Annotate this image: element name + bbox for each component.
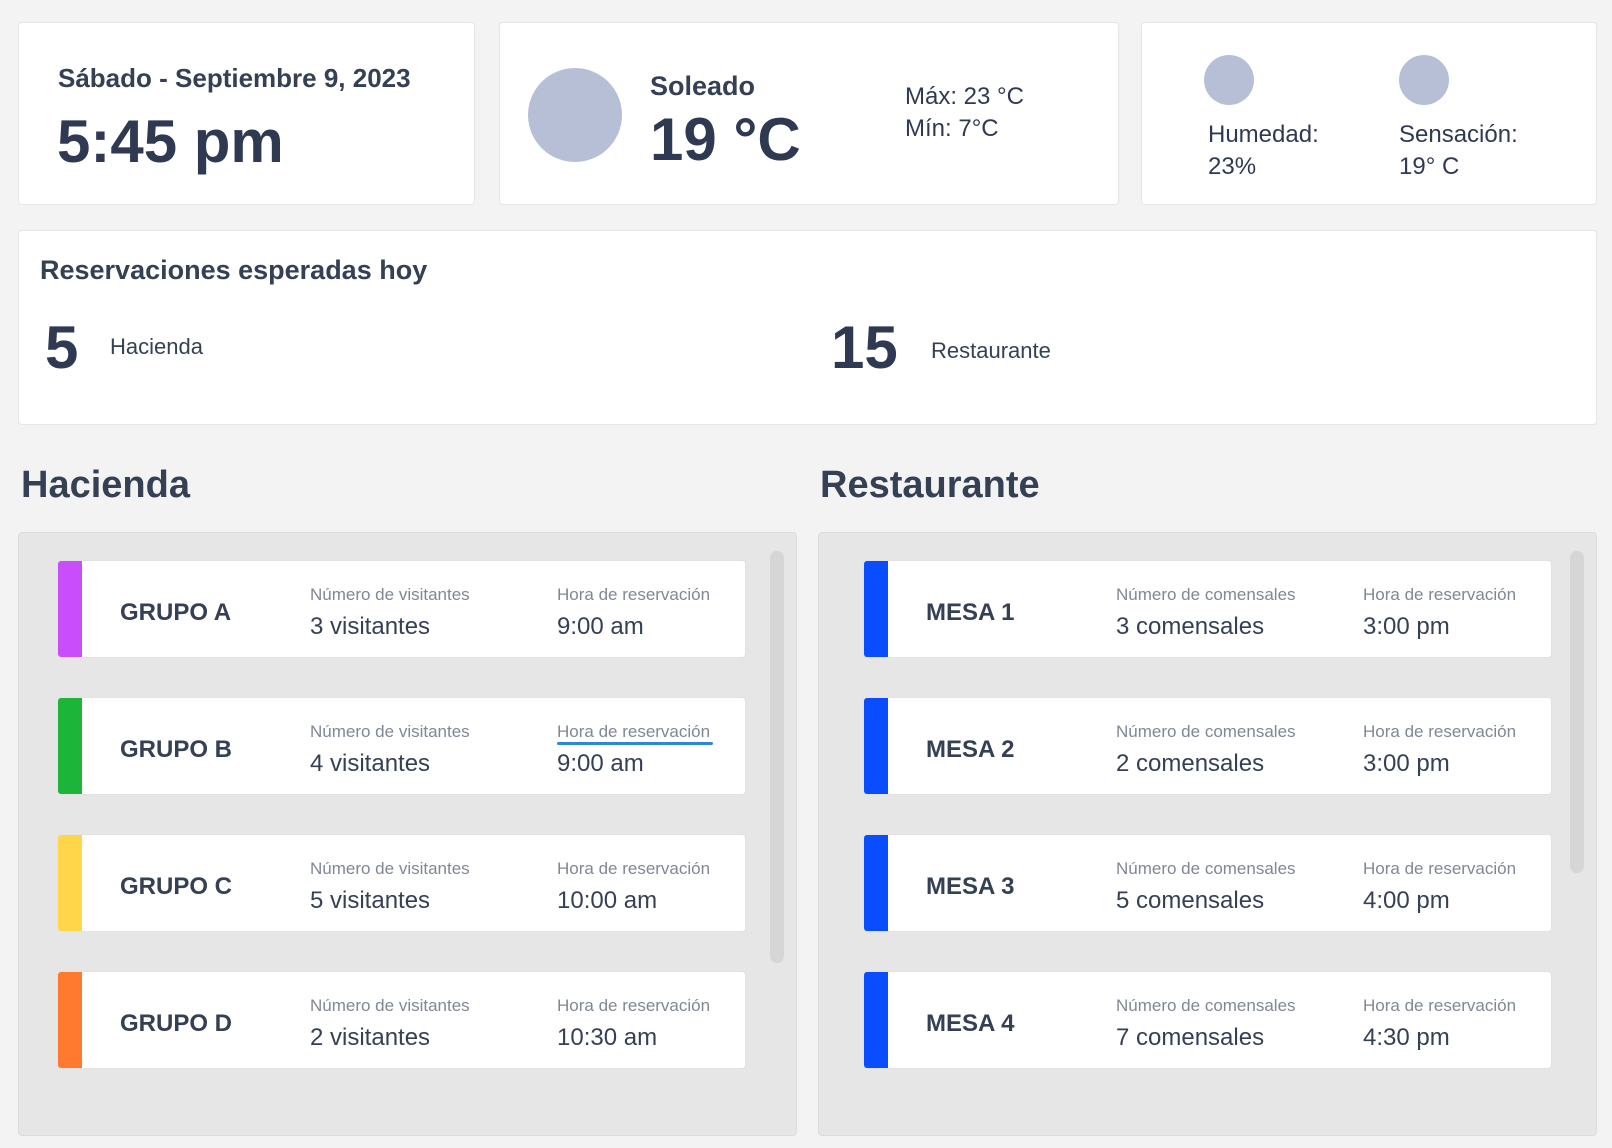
group-color-stripe bbox=[58, 835, 82, 931]
list-item[interactable]: MESA 3 Número de comensales 5 comensales… bbox=[863, 834, 1552, 932]
table-name: MESA 1 bbox=[926, 599, 1015, 626]
current-temperature: 19 °C bbox=[650, 106, 801, 173]
reservation-time-label: Hora de reservación bbox=[557, 585, 711, 604]
list-item[interactable]: GRUPO D Número de visitantes 2 visitante… bbox=[57, 971, 746, 1069]
reservation-time: 4:00 pm bbox=[1363, 887, 1450, 914]
hacienda-count-label: Hacienda bbox=[110, 334, 203, 359]
reservation-time-label: Hora de reservación bbox=[1363, 859, 1517, 878]
min-temperature: Mín: 7°C bbox=[905, 115, 999, 142]
table-name: MESA 4 bbox=[926, 1010, 1015, 1037]
table-color-stripe bbox=[864, 561, 888, 657]
max-temperature: Máx: 23 °C bbox=[905, 83, 1024, 110]
visitors-count: 4 visitantes bbox=[310, 750, 431, 777]
hacienda-scrollbar[interactable] bbox=[770, 551, 784, 963]
reservation-time-label: Hora de reservación bbox=[1363, 996, 1517, 1015]
hacienda-count: 5 bbox=[45, 314, 79, 381]
group-name: GRUPO A bbox=[120, 599, 232, 626]
date-time-card: Sábado - Septiembre 9, 2023 5:45 pm bbox=[18, 22, 475, 205]
diners-count: 3 comensales bbox=[1116, 613, 1265, 640]
diners-count: 2 comensales bbox=[1116, 750, 1265, 777]
list-item[interactable]: MESA 1 Número de comensales 3 comensales… bbox=[863, 560, 1552, 658]
humidity-label: Humedad: bbox=[1208, 121, 1319, 148]
table-color-stripe bbox=[864, 972, 888, 1068]
list-item[interactable]: MESA 4 Número de comensales 7 comensales… bbox=[863, 971, 1552, 1069]
diners-label: Número de comensales bbox=[1116, 722, 1296, 741]
conditions-card: Humedad: 23% Sensación: 19° C bbox=[1141, 22, 1597, 205]
visitors-label: Número de visitantes bbox=[310, 996, 470, 1015]
feels-like-label: Sensación: bbox=[1399, 121, 1518, 148]
current-date: Sábado - Septiembre 9, 2023 bbox=[58, 63, 411, 93]
reservation-time-label: Hora de reservación bbox=[1363, 722, 1517, 741]
diners-label: Número de comensales bbox=[1116, 585, 1296, 604]
reservation-time-label: Hora de reservación bbox=[557, 859, 711, 878]
visitors-count: 5 visitantes bbox=[310, 887, 431, 914]
sun-icon bbox=[528, 68, 622, 162]
reservation-time: 10:00 am bbox=[557, 887, 658, 914]
reservation-time-label: Hora de reservación bbox=[557, 996, 711, 1015]
restaurant-count: 15 bbox=[831, 314, 898, 381]
list-item[interactable]: GRUPO C Número de visitantes 5 visitante… bbox=[57, 834, 746, 932]
reservation-time-label: Hora de reservación bbox=[1363, 585, 1517, 604]
reservations-summary-card: Reservaciones esperadas hoy 5 Hacienda 1… bbox=[18, 230, 1597, 425]
feels-like-icon bbox=[1399, 55, 1449, 105]
diners-count: 5 comensales bbox=[1116, 887, 1265, 914]
group-name: GRUPO B bbox=[120, 736, 233, 763]
hacienda-list-panel[interactable]: GRUPO A Número de visitantes 3 visitante… bbox=[18, 532, 797, 1136]
visitors-label: Número de visitantes bbox=[310, 585, 470, 604]
table-name: MESA 3 bbox=[926, 873, 1015, 900]
list-item[interactable]: GRUPO A Número de visitantes 3 visitante… bbox=[57, 560, 746, 658]
visitors-label: Número de visitantes bbox=[310, 722, 470, 741]
table-color-stripe bbox=[864, 835, 888, 931]
weather-card: Soleado 19 °C Máx: 23 °C Mín: 7°C bbox=[499, 22, 1119, 205]
group-name: GRUPO C bbox=[120, 873, 233, 900]
reservation-time: 9:00 am bbox=[557, 613, 644, 640]
current-time: 5:45 pm bbox=[57, 108, 284, 175]
feels-like-value: 19° C bbox=[1399, 153, 1460, 180]
hacienda-section-title: Hacienda bbox=[21, 464, 190, 506]
diners-count: 7 comensales bbox=[1116, 1024, 1265, 1051]
reservation-time: 9:00 am bbox=[557, 750, 644, 777]
group-color-stripe bbox=[58, 972, 82, 1068]
text-cursor-underline bbox=[557, 742, 713, 745]
group-name: GRUPO D bbox=[120, 1010, 233, 1037]
reservation-time: 3:00 pm bbox=[1363, 613, 1450, 640]
visitors-count: 2 visitantes bbox=[310, 1024, 431, 1051]
visitors-label: Número de visitantes bbox=[310, 859, 470, 878]
diners-label: Número de comensales bbox=[1116, 859, 1296, 878]
reservation-time: 10:30 am bbox=[557, 1024, 658, 1051]
restaurant-section-title: Restaurante bbox=[820, 464, 1040, 506]
visitors-count: 3 visitantes bbox=[310, 613, 431, 640]
diners-label: Número de comensales bbox=[1116, 996, 1296, 1015]
reservations-title: Reservaciones esperadas hoy bbox=[40, 255, 428, 285]
weather-condition: Soleado bbox=[650, 71, 756, 101]
list-item[interactable]: GRUPO B Número de visitantes 4 visitante… bbox=[57, 697, 746, 795]
restaurant-scrollbar[interactable] bbox=[1570, 551, 1584, 873]
restaurant-count-label: Restaurante bbox=[931, 338, 1051, 363]
reservation-time-label: Hora de reservación bbox=[557, 722, 711, 741]
group-color-stripe bbox=[58, 698, 82, 794]
table-name: MESA 2 bbox=[926, 736, 1015, 763]
reservation-time: 3:00 pm bbox=[1363, 750, 1450, 777]
humidity-value: 23% bbox=[1208, 153, 1257, 180]
reservation-time: 4:30 pm bbox=[1363, 1024, 1450, 1051]
humidity-icon bbox=[1204, 55, 1254, 105]
list-item[interactable]: MESA 2 Número de comensales 2 comensales… bbox=[863, 697, 1552, 795]
group-color-stripe bbox=[58, 561, 82, 657]
restaurant-list-panel[interactable]: MESA 1 Número de comensales 3 comensales… bbox=[818, 532, 1597, 1136]
table-color-stripe bbox=[864, 698, 888, 794]
